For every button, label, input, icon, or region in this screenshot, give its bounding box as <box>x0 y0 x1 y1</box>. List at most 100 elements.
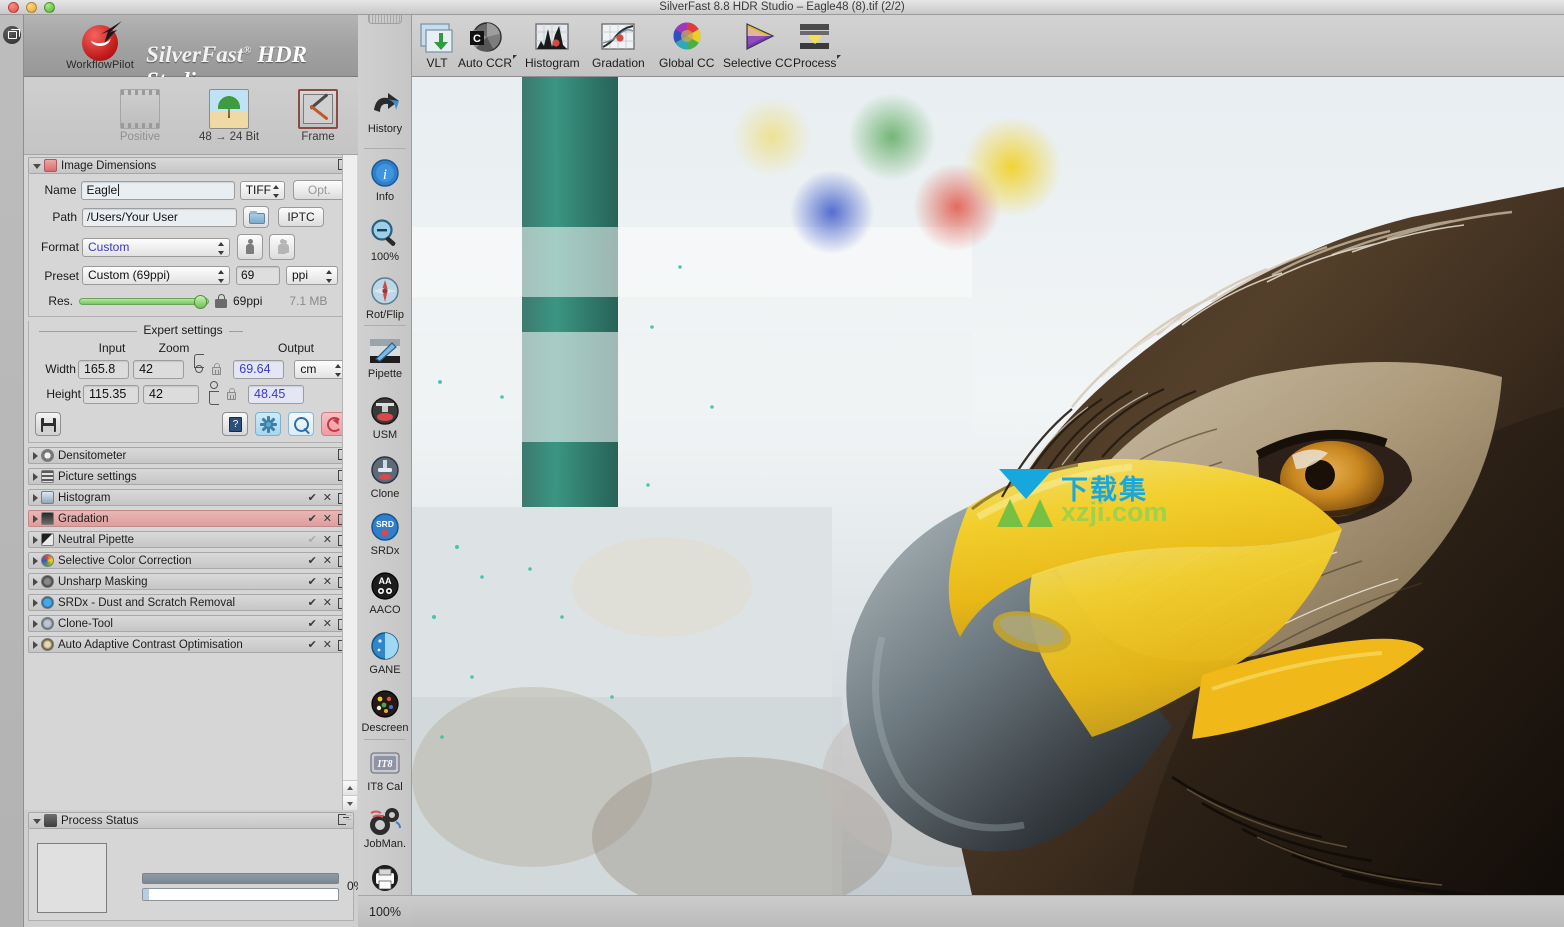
gear-icon[interactable] <box>255 412 281 436</box>
toolbar-process[interactable]: Process <box>793 21 842 70</box>
section-header-auto-adaptive-contrast-optimisation[interactable]: Auto Adaptive Contrast Optimisation ✔ ✕ <box>28 636 354 653</box>
detach-process-icon[interactable] <box>338 814 349 825</box>
reset-x-icon[interactable]: ✕ <box>323 512 332 526</box>
opt-button[interactable]: Opt. <box>293 180 345 200</box>
format-select[interactable]: Custom <box>82 237 230 257</box>
image-preview-area[interactable]: 下载集 xzji.com <box>412 77 1564 895</box>
reset-x-icon[interactable]: ✕ <box>323 491 332 505</box>
toolbar-histogram[interactable]: Histogram <box>525 21 580 70</box>
workflow-pilot-button[interactable]: WorkflowPilot <box>58 21 142 71</box>
vertical-toolbar-handle[interactable] <box>368 15 402 24</box>
section-header-clone-tool[interactable]: Clone-Tool ✔ ✕ <box>28 615 354 632</box>
mode-button-bitdepth[interactable]: 48 → 24 Bit <box>192 89 266 143</box>
question-book-icon[interactable]: ? <box>222 412 248 436</box>
preset-select[interactable]: Custom (69ppi) <box>82 266 230 285</box>
mode-button-positive[interactable]: Positive <box>103 89 177 143</box>
name-input[interactable]: Eagle <box>81 180 235 200</box>
folder-icon[interactable] <box>243 206 269 228</box>
unit-select[interactable]: cm <box>294 359 347 379</box>
floppy-save-icon[interactable] <box>35 412 61 436</box>
chevron-right-icon[interactable] <box>33 451 38 460</box>
apply-checkmark-icon[interactable]: ✔ <box>308 596 317 610</box>
left-panel-scrollbar[interactable] <box>342 155 357 810</box>
lock-icon[interactable] <box>215 294 227 308</box>
chevron-right-icon[interactable] <box>33 556 38 565</box>
width-output-field[interactable]: 69.64 <box>233 359 285 379</box>
reset-x-icon[interactable]: ✕ <box>323 617 332 631</box>
vtool-rot-flip[interactable]: Rot/Flip <box>358 276 412 321</box>
apply-checkmark-icon[interactable]: ✔ <box>308 575 317 589</box>
toolbar-gradation[interactable]: Gradation <box>592 21 645 70</box>
reset-x-icon[interactable]: ✕ <box>323 575 332 589</box>
iptc-button[interactable]: IPTC <box>278 207 324 227</box>
apply-checkmark-icon[interactable]: ✔ <box>308 617 317 631</box>
toolbar-auto-ccr[interactable]: C Auto CCR <box>458 21 518 70</box>
section-header-histogram[interactable]: Histogram ✔ ✕ <box>28 489 354 506</box>
toolbar-vlt[interactable]: VLT <box>418 21 456 70</box>
link-chain-icon-2[interactable] <box>207 381 221 405</box>
scroll-up-arrow[interactable] <box>343 780 357 795</box>
width-zoom-field[interactable]: 42 <box>133 359 185 379</box>
vtool-clone[interactable]: Clone <box>358 455 412 500</box>
section-header-process-status[interactable]: Process Status <box>28 812 354 829</box>
path-input[interactable]: /Users/Your User <box>82 207 237 227</box>
vtool-history[interactable]: History <box>358 90 412 135</box>
mode-button-frame[interactable]: Frame <box>281 89 355 143</box>
chevron-right-icon[interactable] <box>33 598 38 607</box>
link-chain-icon[interactable] <box>192 354 206 380</box>
apply-checkmark-icon[interactable]: ✔ <box>308 638 317 652</box>
chevron-right-icon[interactable] <box>33 619 38 628</box>
vtool-it8-cal[interactable]: IT8 IT8 Cal <box>358 748 412 793</box>
vtool-srdx[interactable]: SRD SRDx <box>358 512 412 557</box>
section-header-unsharp-masking[interactable]: Unsharp Masking ✔ ✕ <box>28 573 354 590</box>
vtool-descreen[interactable]: Descreen <box>358 689 412 734</box>
section-header-densitometer[interactable]: Densitometer <box>28 447 354 464</box>
menu-triangle-icon[interactable] <box>837 55 842 59</box>
vtool-info[interactable]: i Info <box>358 158 412 203</box>
magnifier-q-icon[interactable] <box>288 412 314 436</box>
section-header-picture-settings[interactable]: Picture settings <box>28 468 354 485</box>
vtool-usm[interactable]: USM <box>358 396 412 441</box>
toolbar-selective-cc[interactable]: Selective CC <box>723 21 792 70</box>
height-lock-icon[interactable] <box>227 387 241 401</box>
height-output-field[interactable]: 48.45 <box>248 384 304 404</box>
chevron-right-icon[interactable] <box>33 514 38 523</box>
reset-x-icon[interactable]: ✕ <box>323 638 332 652</box>
chevron-down-icon[interactable] <box>33 164 41 169</box>
section-header-image-dimensions[interactable]: Image Dimensions <box>28 157 354 174</box>
portrait-icon[interactable] <box>237 234 263 260</box>
resolution-slider[interactable] <box>79 295 209 309</box>
chevron-down-icon-process[interactable] <box>33 819 41 824</box>
apply-checkmark-icon[interactable]: ✔ <box>308 491 317 505</box>
reset-x-icon[interactable]: ✕ <box>323 596 332 610</box>
width-input-field[interactable]: 165.8 <box>77 359 130 379</box>
height-input-field[interactable]: 115.35 <box>83 384 139 404</box>
scroll-down-arrow[interactable] <box>343 795 357 810</box>
toolbar-global-cc[interactable]: Global CC <box>659 21 714 70</box>
section-header-gradation[interactable]: Gradation ✔ ✕ <box>28 510 354 527</box>
reset-x-icon[interactable]: ✕ <box>323 554 332 568</box>
chevron-right-icon[interactable] <box>33 472 38 481</box>
section-header-neutral-pipette[interactable]: Neutral Pipette ✔ ✕ <box>28 531 354 548</box>
windows-icon[interactable] <box>3 26 21 44</box>
vtool-pipette[interactable]: Pipette <box>358 335 412 380</box>
reset-x-icon[interactable]: ✕ <box>323 533 332 547</box>
height-zoom-field[interactable]: 42 <box>143 384 199 404</box>
chevron-right-icon[interactable] <box>33 640 38 649</box>
apply-checkmark-icon[interactable]: ✔ <box>308 533 317 547</box>
preset-unit-select[interactable]: ppi <box>286 266 338 285</box>
chevron-right-icon[interactable] <box>33 493 38 502</box>
landscape-icon[interactable] <box>269 234 295 260</box>
chevron-right-icon[interactable] <box>33 535 38 544</box>
vtool-100[interactable]: 100% <box>358 218 412 263</box>
vtool-jobman[interactable]: JobMan. <box>358 805 412 850</box>
preset-number-input[interactable]: 69 <box>236 266 280 285</box>
section-header-srdx-dust-and-scratch-removal[interactable]: SRDx - Dust and Scratch Removal ✔ ✕ <box>28 594 354 611</box>
width-lock-icon[interactable] <box>212 362 226 376</box>
vtool-aaco[interactable]: AA AACO <box>358 571 412 616</box>
chevron-right-icon[interactable] <box>33 577 38 586</box>
vtool-gane[interactable]: GANE <box>358 631 412 676</box>
section-header-selective-color-correction[interactable]: Selective Color Correction ✔ ✕ <box>28 552 354 569</box>
menu-triangle-icon[interactable] <box>513 55 518 59</box>
apply-checkmark-icon[interactable]: ✔ <box>308 512 317 526</box>
